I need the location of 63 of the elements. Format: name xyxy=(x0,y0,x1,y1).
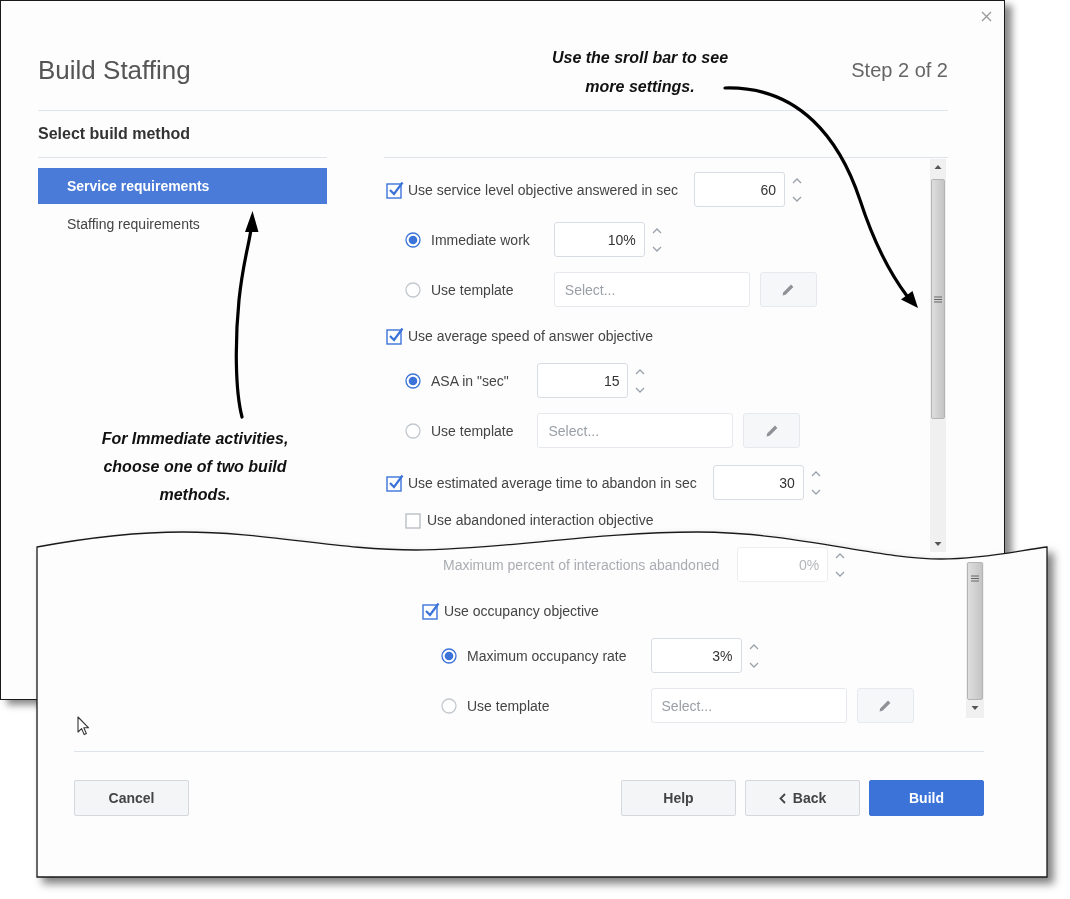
option-label: Use occupancy objective xyxy=(444,603,599,619)
chevron-up-icon[interactable] xyxy=(635,368,646,375)
grip-icon xyxy=(934,295,942,303)
checkbox[interactable] xyxy=(422,602,440,620)
checkbox[interactable] xyxy=(405,511,423,529)
grip-icon xyxy=(971,575,979,582)
number-field[interactable]: 15 xyxy=(537,363,629,398)
option-label: Maximum occupancy rate xyxy=(467,647,627,664)
edit-button[interactable] xyxy=(856,688,914,723)
option-label: Use service level objective answered in sec xyxy=(408,181,678,198)
number-field[interactable]: 3% xyxy=(650,638,742,673)
annotation-note: For Immediate activities, choose one of two build methods. xyxy=(100,429,290,505)
step-indicator: Step 2 of 2 xyxy=(851,59,948,82)
sidebar-item[interactable]: Staffing requirements xyxy=(38,206,327,242)
number-field[interactable]: 30 xyxy=(712,465,804,500)
scrollbar-thumb[interactable] xyxy=(967,562,983,700)
radio-button[interactable] xyxy=(405,231,421,248)
checkbox[interactable] xyxy=(386,473,404,492)
edit-button[interactable] xyxy=(759,272,817,307)
number-field[interactable]: 10% xyxy=(553,222,645,257)
sidebar-item[interactable]: Service requirements xyxy=(38,168,327,204)
chevron-up-icon[interactable] xyxy=(748,643,759,650)
radio-button[interactable] xyxy=(441,697,457,714)
option-label: ASA in "sec" xyxy=(431,372,509,389)
option-label: Use average speed of answer objective xyxy=(408,328,654,344)
option-label: Immediate work xyxy=(431,231,530,248)
chevron-down-icon[interactable] xyxy=(792,195,802,202)
radio-button[interactable] xyxy=(405,372,421,389)
chevron-up-icon[interactable] xyxy=(835,552,846,559)
radio-button[interactable] xyxy=(405,281,421,298)
close-icon[interactable] xyxy=(981,11,992,22)
option-label: Maximum percent of interactions abandoned xyxy=(443,556,720,573)
dialog-button[interactable]: Help xyxy=(621,780,736,816)
chevron-down-icon[interactable] xyxy=(810,488,821,495)
radio-button[interactable] xyxy=(441,647,457,664)
back-button[interactable]: Back xyxy=(745,780,860,816)
chevron-down-icon[interactable] xyxy=(748,661,759,668)
chevron-up-icon[interactable] xyxy=(810,470,821,477)
chevron-up-icon[interactable] xyxy=(792,177,802,184)
chevron-left-icon xyxy=(778,792,786,804)
mouse-pointer-icon xyxy=(77,716,90,736)
dialog-title: Build Staffing xyxy=(38,55,191,86)
checkbox[interactable] xyxy=(386,180,404,199)
scrollbar-thumb[interactable] xyxy=(931,179,945,419)
option-label: Use template xyxy=(431,422,514,439)
chevron-down-icon[interactable] xyxy=(651,245,662,252)
chevron-down-icon[interactable] xyxy=(835,570,846,577)
edit-button[interactable] xyxy=(743,413,801,448)
scrollbar-track[interactable] xyxy=(930,159,946,552)
checkbox[interactable] xyxy=(386,327,404,345)
annotation-note: Use the sroll bar to see more settings. xyxy=(550,48,730,97)
dialog-button[interactable]: Cancel xyxy=(74,780,189,816)
scrollbar-track[interactable] xyxy=(966,562,984,718)
option-label: Use estimated average time to abandon in sec xyxy=(408,474,697,491)
build-button[interactable]: Build xyxy=(869,780,984,816)
number-field[interactable]: 60 xyxy=(694,172,785,207)
option-label: Use abandoned interaction objective xyxy=(427,512,654,528)
option-label: Use template xyxy=(467,697,550,714)
chevron-down-icon[interactable] xyxy=(635,386,646,393)
section-heading: Select build method xyxy=(38,111,327,158)
chevron-up-icon[interactable] xyxy=(651,227,662,234)
option-label: Use template xyxy=(431,281,514,298)
radio-button[interactable] xyxy=(405,422,421,439)
